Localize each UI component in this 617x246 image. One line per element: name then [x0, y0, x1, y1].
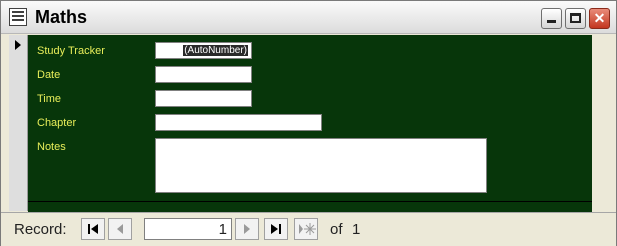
notes-label: Notes: [37, 141, 66, 153]
next-record-icon: [244, 224, 250, 234]
new-record-button[interactable]: [294, 218, 318, 240]
last-record-button[interactable]: [264, 218, 288, 240]
record-label: Record:: [14, 221, 67, 238]
time-field[interactable]: [155, 90, 252, 107]
date-label: Date: [37, 69, 61, 81]
date-field[interactable]: [155, 66, 252, 83]
form-window: Maths ✕ Study Tracker (AutoNumber) Date …: [0, 0, 617, 246]
next-record-button[interactable]: [235, 218, 259, 240]
current-record-input[interactable]: 1: [144, 218, 232, 240]
previous-record-button[interactable]: [108, 218, 132, 240]
total-records: 1: [352, 221, 361, 238]
close-button[interactable]: ✕: [589, 8, 610, 29]
last-record-icon: [271, 224, 281, 234]
study-tracker-field[interactable]: (AutoNumber): [155, 42, 252, 59]
right-margin: [592, 35, 609, 211]
time-label: Time: [37, 93, 62, 105]
study-tracker-label: Study Tracker: [37, 45, 105, 57]
window-title: Maths: [35, 7, 88, 27]
form-footer: [28, 201, 592, 212]
new-record-icon: [299, 223, 316, 235]
form-detail-section: Study Tracker (AutoNumber) Date Time Cha…: [28, 35, 592, 201]
autonumber-value: (AutoNumber): [183, 45, 248, 56]
record-navigation-bar: Record: 1 of 1: [1, 212, 616, 246]
notes-field[interactable]: [155, 138, 487, 193]
minimize-button[interactable]: [541, 8, 562, 29]
maximize-button[interactable]: [565, 8, 586, 29]
previous-record-icon: [117, 224, 123, 234]
chapter-label: Chapter: [37, 117, 77, 129]
chapter-field[interactable]: [155, 114, 322, 131]
record-selector[interactable]: [9, 35, 28, 211]
form-area: Study Tracker (AutoNumber) Date Time Cha…: [9, 35, 609, 212]
of-label: of: [330, 221, 343, 238]
current-record-arrow-icon: [15, 40, 21, 50]
first-record-icon: [88, 224, 98, 234]
datasheet-table-icon[interactable]: [9, 8, 27, 26]
title-bar[interactable]: Maths ✕: [1, 1, 616, 34]
first-record-button[interactable]: [81, 218, 105, 240]
